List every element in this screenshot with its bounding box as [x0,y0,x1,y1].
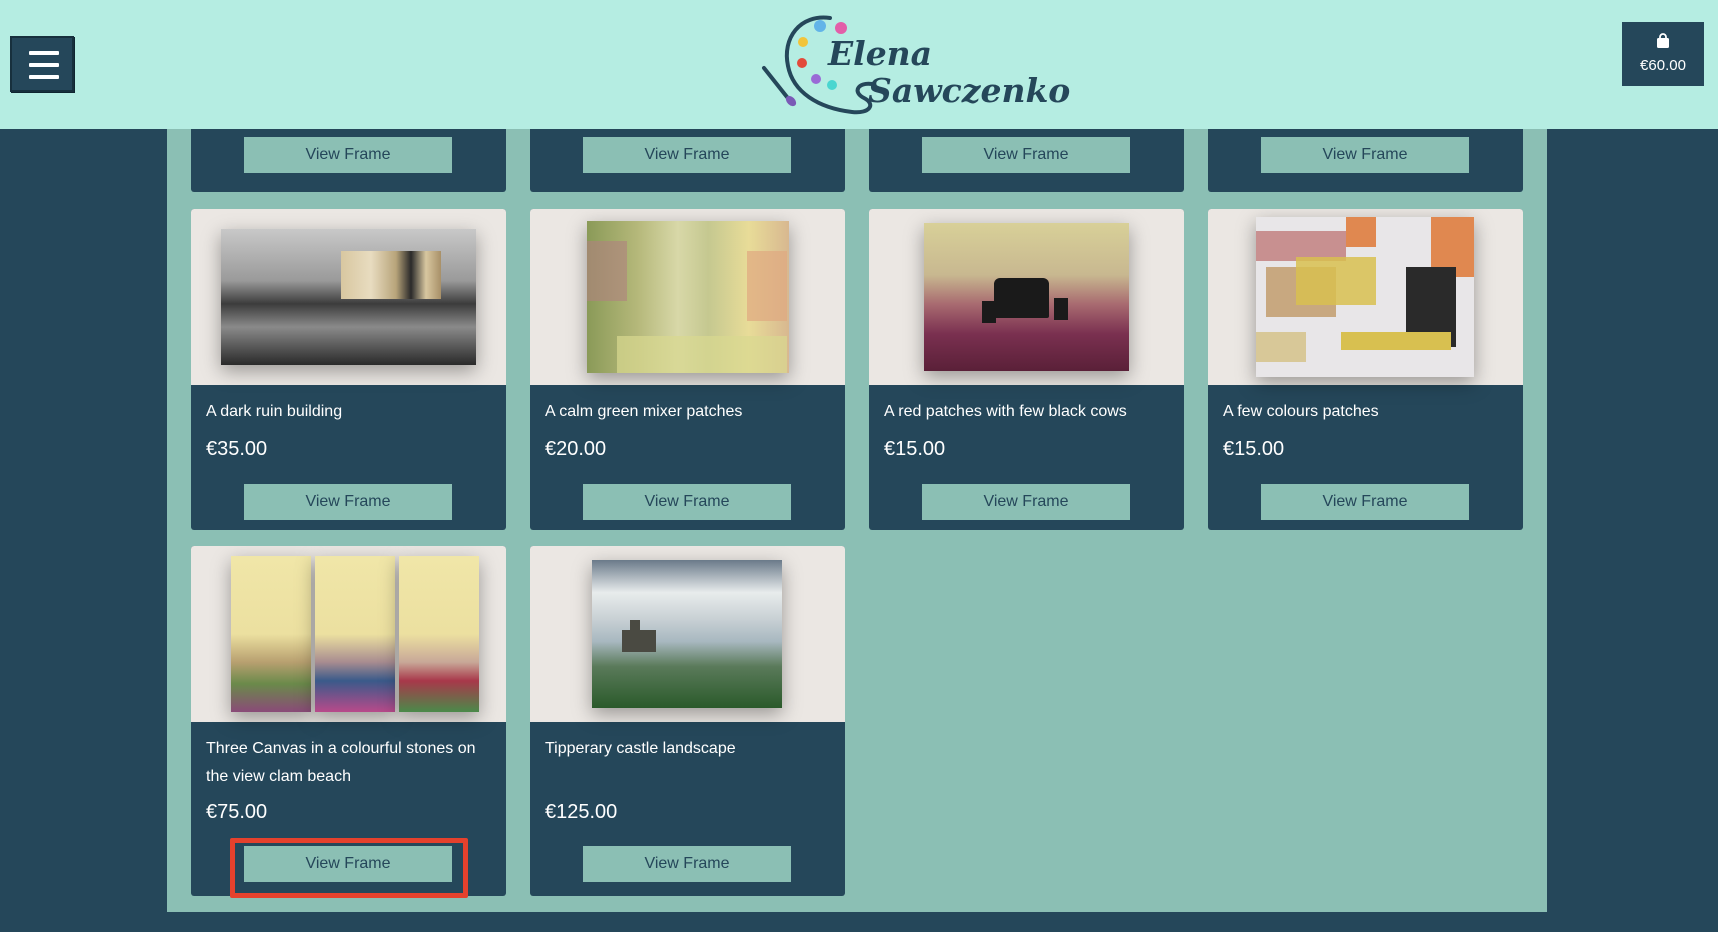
painting-green-patches [587,221,789,373]
view-frame-button[interactable]: View Frame [583,484,791,520]
product-image[interactable] [530,209,845,385]
painting-triptych-middle [315,556,395,712]
shopping-bag-icon [1657,33,1669,48]
product-card: A red patches with few black cows €15.00… [869,209,1184,530]
product-grid: View Frame View Frame View Frame View Fr… [167,119,1547,912]
product-price: €75.00 [206,801,268,823]
view-frame-button[interactable]: View Frame [1261,137,1469,173]
logo-text-first: Elena [828,34,933,73]
view-frame-button[interactable]: View Frame [1261,484,1469,520]
view-frame-button[interactable]: View Frame [583,137,791,173]
highlight-box [230,838,468,898]
product-title: A dark ruin building [206,403,343,420]
product-image[interactable] [869,209,1184,385]
product-price: €15.00 [1223,438,1285,460]
painting-tipperary-castle [592,560,782,708]
product-image[interactable] [1208,209,1523,385]
product-image[interactable] [191,209,506,385]
product-card: View Frame [869,119,1184,192]
product-price: €15.00 [884,438,946,460]
painting-triptych-right [399,556,479,712]
product-card: A few colours patches €15.00 View Frame [1208,209,1523,530]
product-title: Three Canvas in a colourful stones on th… [206,740,476,785]
product-title: A calm green mixer patches [545,403,743,420]
product-image[interactable] [191,546,506,722]
logo-text-last: Sawczenko [868,71,1071,110]
product-price: €20.00 [545,438,607,460]
product-card: View Frame [530,119,845,192]
hamburger-menu-icon [29,51,59,55]
view-frame-button[interactable]: View Frame [244,484,452,520]
product-card: View Frame [1208,119,1523,192]
product-title: A few colours patches [1223,403,1379,420]
cart-button[interactable]: €60.00 [1622,22,1704,86]
site-logo[interactable]: Elena Sawczenko [760,8,1070,120]
view-frame-button[interactable]: View Frame [922,137,1130,173]
product-price: €125.00 [545,801,618,823]
product-card: A calm green mixer patches €20.00 View F… [530,209,845,530]
product-card: A dark ruin building €35.00 View Frame [191,209,506,530]
view-frame-button[interactable]: View Frame [583,846,791,882]
painting-colour-patches [1256,217,1474,377]
product-card: View Frame [191,119,506,192]
hamburger-menu-button[interactable] [10,36,74,92]
view-frame-button[interactable]: View Frame [244,137,452,173]
product-card: Tipperary castle landscape €125.00 View … [530,546,845,896]
product-title: Tipperary castle landscape [545,740,736,757]
site-header: Elena Sawczenko €60.00 [0,0,1718,129]
product-title: A red patches with few black cows [884,403,1127,420]
painting-dark-ruin [221,229,476,365]
painting-triptych-left [231,556,311,712]
product-image[interactable] [530,546,845,722]
painting-red-cows [924,223,1129,371]
product-price: €35.00 [206,438,268,460]
cart-total: €60.00 [1640,57,1686,74]
view-frame-button[interactable]: View Frame [922,484,1130,520]
